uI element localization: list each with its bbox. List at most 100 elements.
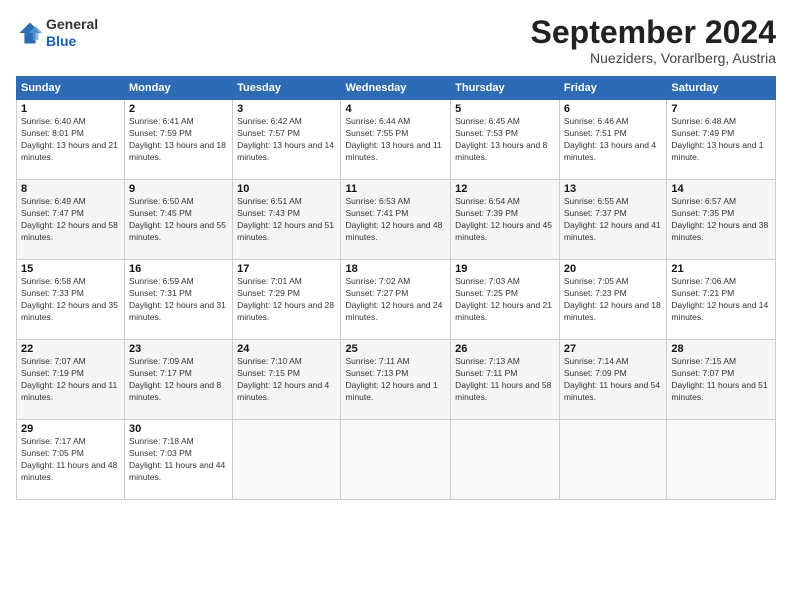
weekday-monday: Monday (125, 77, 233, 100)
calendar-cell: 10 Sunrise: 6:51 AM Sunset: 7:43 PM Dayl… (233, 180, 341, 260)
sunrise-label: Sunrise: 6:45 AM (455, 116, 520, 126)
sunrise-label: Sunrise: 6:58 AM (21, 276, 86, 286)
sunset-label: Sunset: 7:41 PM (345, 208, 408, 218)
sunrise-label: Sunrise: 6:40 AM (21, 116, 86, 126)
sunset-label: Sunset: 7:57 PM (237, 128, 300, 138)
weekday-tuesday: Tuesday (233, 77, 341, 100)
sunrise-label: Sunrise: 6:50 AM (129, 196, 194, 206)
calendar-cell: 7 Sunrise: 6:48 AM Sunset: 7:49 PM Dayli… (667, 100, 776, 180)
day-number: 19 (455, 263, 555, 275)
sunset-label: Sunset: 7:03 PM (129, 448, 192, 458)
day-number: 2 (129, 103, 228, 115)
daylight-label: Daylight: 12 hours and 38 minutes. (671, 220, 768, 242)
calendar-cell: 28 Sunrise: 7:15 AM Sunset: 7:07 PM Dayl… (667, 340, 776, 420)
daylight-label: Daylight: 13 hours and 1 minute. (671, 140, 763, 162)
day-info: Sunrise: 7:14 AM Sunset: 7:09 PM Dayligh… (564, 356, 662, 404)
sunset-label: Sunset: 7:39 PM (455, 208, 518, 218)
calendar-cell: 11 Sunrise: 6:53 AM Sunset: 7:41 PM Dayl… (341, 180, 451, 260)
sunrise-label: Sunrise: 7:18 AM (129, 436, 194, 446)
week-row-1: 1 Sunrise: 6:40 AM Sunset: 8:01 PM Dayli… (17, 100, 776, 180)
daylight-label: Daylight: 12 hours and 1 minute. (345, 380, 437, 402)
sunset-label: Sunset: 7:31 PM (129, 288, 192, 298)
day-info: Sunrise: 7:09 AM Sunset: 7:17 PM Dayligh… (129, 356, 228, 404)
calendar-cell: 9 Sunrise: 6:50 AM Sunset: 7:45 PM Dayli… (125, 180, 233, 260)
daylight-label: Daylight: 12 hours and 11 minutes. (21, 380, 117, 402)
sunset-label: Sunset: 7:21 PM (671, 288, 734, 298)
sunrise-label: Sunrise: 7:01 AM (237, 276, 302, 286)
sunrise-label: Sunrise: 7:15 AM (671, 356, 736, 366)
sunrise-label: Sunrise: 6:41 AM (129, 116, 194, 126)
calendar-cell: 18 Sunrise: 7:02 AM Sunset: 7:27 PM Dayl… (341, 260, 451, 340)
daylight-label: Daylight: 11 hours and 48 minutes. (21, 460, 117, 482)
day-number: 20 (564, 263, 662, 275)
day-number: 26 (455, 343, 555, 355)
header: General Blue September 2024 Nueziders, V… (16, 16, 776, 66)
daylight-label: Daylight: 12 hours and 14 minutes. (671, 300, 768, 322)
calendar-cell: 24 Sunrise: 7:10 AM Sunset: 7:15 PM Dayl… (233, 340, 341, 420)
day-info: Sunrise: 7:11 AM Sunset: 7:13 PM Dayligh… (345, 356, 446, 404)
weekday-thursday: Thursday (451, 77, 560, 100)
day-number: 22 (21, 343, 120, 355)
daylight-label: Daylight: 12 hours and 18 minutes. (564, 300, 661, 322)
day-info: Sunrise: 6:46 AM Sunset: 7:51 PM Dayligh… (564, 116, 662, 164)
calendar-cell: 15 Sunrise: 6:58 AM Sunset: 7:33 PM Dayl… (17, 260, 125, 340)
day-info: Sunrise: 7:13 AM Sunset: 7:11 PM Dayligh… (455, 356, 555, 404)
logo-text: General Blue (46, 16, 98, 50)
weekday-sunday: Sunday (17, 77, 125, 100)
day-info: Sunrise: 6:59 AM Sunset: 7:31 PM Dayligh… (129, 276, 228, 324)
day-number: 15 (21, 263, 120, 275)
daylight-label: Daylight: 12 hours and 8 minutes. (129, 380, 221, 402)
day-info: Sunrise: 7:05 AM Sunset: 7:23 PM Dayligh… (564, 276, 662, 324)
day-info: Sunrise: 6:51 AM Sunset: 7:43 PM Dayligh… (237, 196, 336, 244)
weekday-friday: Friday (559, 77, 666, 100)
day-info: Sunrise: 7:10 AM Sunset: 7:15 PM Dayligh… (237, 356, 336, 404)
logo: General Blue (16, 16, 98, 50)
daylight-label: Daylight: 11 hours and 58 minutes. (455, 380, 551, 402)
daylight-label: Daylight: 12 hours and 45 minutes. (455, 220, 552, 242)
day-info: Sunrise: 7:03 AM Sunset: 7:25 PM Dayligh… (455, 276, 555, 324)
sunrise-label: Sunrise: 6:53 AM (345, 196, 410, 206)
weekday-wednesday: Wednesday (341, 77, 451, 100)
day-info: Sunrise: 7:06 AM Sunset: 7:21 PM Dayligh… (671, 276, 771, 324)
day-info: Sunrise: 6:57 AM Sunset: 7:35 PM Dayligh… (671, 196, 771, 244)
sunrise-label: Sunrise: 7:07 AM (21, 356, 86, 366)
day-info: Sunrise: 6:45 AM Sunset: 7:53 PM Dayligh… (455, 116, 555, 164)
title-block: September 2024 Nueziders, Vorarlberg, Au… (531, 16, 776, 66)
sunrise-label: Sunrise: 6:46 AM (564, 116, 629, 126)
week-row-2: 8 Sunrise: 6:49 AM Sunset: 7:47 PM Dayli… (17, 180, 776, 260)
sunset-label: Sunset: 7:51 PM (564, 128, 627, 138)
day-info: Sunrise: 7:01 AM Sunset: 7:29 PM Dayligh… (237, 276, 336, 324)
day-number: 5 (455, 103, 555, 115)
sunrise-label: Sunrise: 6:57 AM (671, 196, 736, 206)
calendar-cell: 16 Sunrise: 6:59 AM Sunset: 7:31 PM Dayl… (125, 260, 233, 340)
calendar-cell: 13 Sunrise: 6:55 AM Sunset: 7:37 PM Dayl… (559, 180, 666, 260)
day-info: Sunrise: 6:41 AM Sunset: 7:59 PM Dayligh… (129, 116, 228, 164)
sunset-label: Sunset: 7:45 PM (129, 208, 192, 218)
daylight-label: Daylight: 12 hours and 28 minutes. (237, 300, 334, 322)
calendar-cell (451, 420, 560, 500)
sunrise-label: Sunrise: 7:14 AM (564, 356, 629, 366)
day-info: Sunrise: 6:55 AM Sunset: 7:37 PM Dayligh… (564, 196, 662, 244)
sunset-label: Sunset: 7:59 PM (129, 128, 192, 138)
calendar-cell (233, 420, 341, 500)
sunrise-label: Sunrise: 6:48 AM (671, 116, 736, 126)
sunrise-label: Sunrise: 6:44 AM (345, 116, 410, 126)
calendar-cell: 27 Sunrise: 7:14 AM Sunset: 7:09 PM Dayl… (559, 340, 666, 420)
sunset-label: Sunset: 7:33 PM (21, 288, 84, 298)
day-number: 6 (564, 103, 662, 115)
day-number: 3 (237, 103, 336, 115)
sunset-label: Sunset: 7:17 PM (129, 368, 192, 378)
calendar-cell: 22 Sunrise: 7:07 AM Sunset: 7:19 PM Dayl… (17, 340, 125, 420)
calendar: SundayMondayTuesdayWednesdayThursdayFrid… (16, 76, 776, 500)
sunrise-label: Sunrise: 6:54 AM (455, 196, 520, 206)
day-info: Sunrise: 7:02 AM Sunset: 7:27 PM Dayligh… (345, 276, 446, 324)
day-number: 28 (671, 343, 771, 355)
sunrise-label: Sunrise: 7:03 AM (455, 276, 520, 286)
day-info: Sunrise: 6:49 AM Sunset: 7:47 PM Dayligh… (21, 196, 120, 244)
daylight-label: Daylight: 12 hours and 35 minutes. (21, 300, 118, 322)
weekday-saturday: Saturday (667, 77, 776, 100)
day-number: 23 (129, 343, 228, 355)
day-number: 11 (345, 183, 446, 195)
daylight-label: Daylight: 13 hours and 8 minutes. (455, 140, 547, 162)
daylight-label: Daylight: 12 hours and 41 minutes. (564, 220, 661, 242)
